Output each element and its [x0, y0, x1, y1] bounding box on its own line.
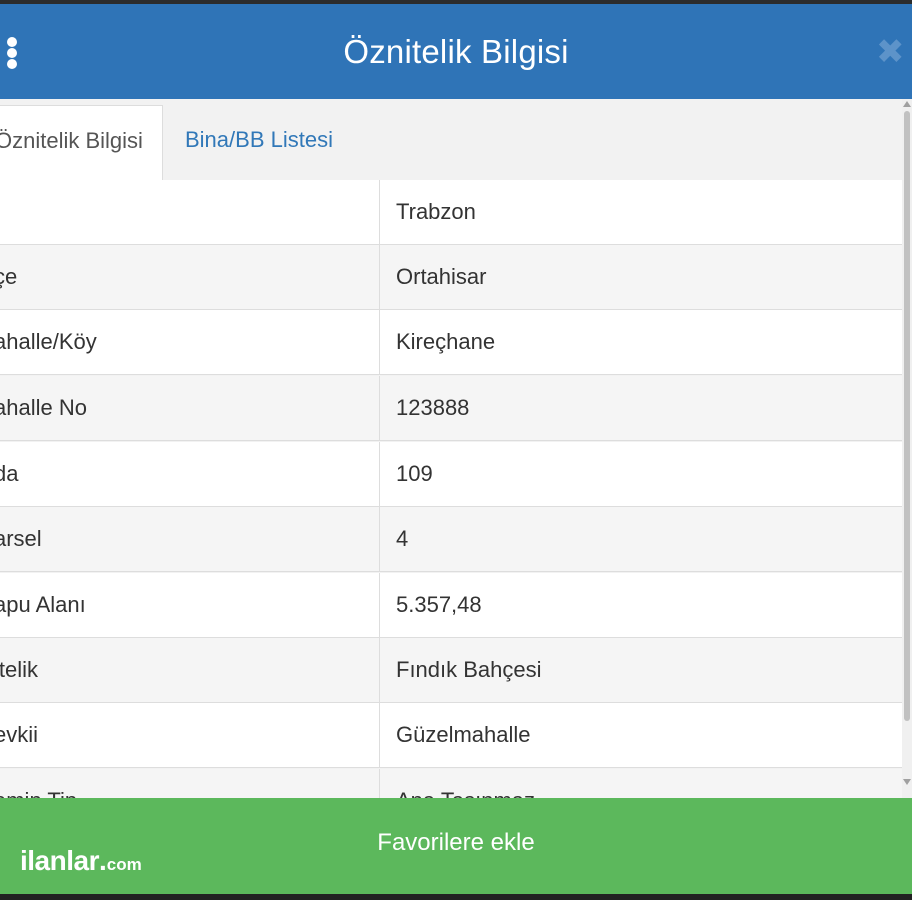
- row-label: amin Tip: [0, 769, 378, 798]
- tab-oznitelik-bilgisi[interactable]: Öznitelik Bilgisi: [0, 105, 163, 181]
- table-row: evkii Güzelmahalle: [0, 703, 902, 768]
- row-label: ahalle/Köy: [0, 329, 97, 354]
- row-label: evkii: [0, 722, 39, 747]
- scrollbar-thumb[interactable]: [904, 111, 910, 721]
- row-value: Fındık Bahçesi: [379, 638, 902, 702]
- tab-bina-bb-listesi[interactable]: Bina/BB Listesi: [185, 105, 333, 180]
- scroll-up-arrow-icon[interactable]: [903, 101, 911, 107]
- row-label: [0, 180, 378, 244]
- table-row: apu Alanı 5.357,48: [0, 573, 902, 638]
- row-label: da: [0, 461, 19, 486]
- row-value: Ortahisar: [379, 245, 902, 309]
- watermark-main: ilanlar: [20, 845, 99, 876]
- row-label: ahalle No: [0, 395, 87, 420]
- table-row: da 109: [0, 442, 902, 507]
- table-row: Trabzon: [0, 180, 902, 245]
- row-value: Kireçhane: [379, 310, 902, 374]
- dialog-title: Öznitelik Bilgisi: [343, 33, 569, 70]
- row-label: arsel: [0, 526, 42, 551]
- table-row: ahalle/Köy Kireçhane: [0, 310, 902, 375]
- dialog-header: Öznitelik Bilgisi ✖: [0, 4, 912, 99]
- dialog-footer: Favorilere ekle ilanlar.com: [0, 798, 912, 894]
- close-icon[interactable]: ✖: [876, 35, 906, 69]
- watermark-tld: com: [106, 855, 142, 874]
- window-frame-bottom: [0, 894, 912, 900]
- row-value: Güzelmahalle: [379, 703, 902, 767]
- row-label: apu Alanı: [0, 592, 86, 617]
- tab-bar: Öznitelik Bilgisi Bina/BB Listesi: [0, 105, 902, 181]
- row-value: 4: [379, 507, 902, 571]
- row-label: itelik: [0, 657, 39, 682]
- table-row: çe Ortahisar: [0, 245, 902, 310]
- row-value: Trabzon: [379, 180, 902, 244]
- attribute-table: Trabzon çe Ortahisar ahalle/Köy Kireçhan…: [0, 180, 902, 798]
- row-label: çe: [0, 264, 18, 289]
- scroll-down-arrow-icon[interactable]: [903, 779, 911, 785]
- table-row: ahalle No 123888: [0, 376, 902, 441]
- row-value: 123888: [379, 376, 902, 440]
- row-value: 109: [379, 442, 902, 506]
- table-row: itelik Fındık Bahçesi: [0, 638, 902, 703]
- table-row: amin Tip Ana Taşınmaz: [0, 769, 902, 798]
- vertical-scrollbar[interactable]: [902, 99, 912, 798]
- watermark-dot: .: [98, 845, 107, 876]
- table-row: arsel 4: [0, 507, 902, 572]
- ilanlar-watermark-logo: ilanlar.com: [20, 844, 142, 878]
- dialog-body: Öznitelik Bilgisi Bina/BB Listesi Trabzo…: [0, 99, 912, 798]
- row-value: 5.357,48: [379, 573, 902, 637]
- row-value: Ana Taşınmaz: [379, 769, 902, 798]
